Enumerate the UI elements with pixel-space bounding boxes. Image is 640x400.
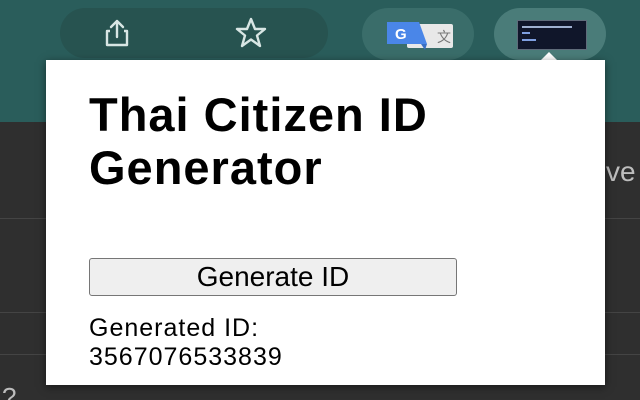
svg-text:G: G [395,26,407,43]
extension-thumbnail-icon [517,20,587,50]
share-icon [105,19,129,47]
background-page-text: ? [2,382,17,400]
generated-id-result: Generated ID: 3567076533839 [89,314,589,372]
google-translate-icon: 文 G [387,22,453,50]
background-page-text: ve [606,156,636,187]
generated-id-label: Generated ID: [89,314,260,342]
bookmark-button[interactable] [228,10,274,56]
share-button[interactable] [94,10,140,56]
extension-popup: Thai Citizen ID Generator Generate ID Ge… [46,60,605,385]
generate-id-button[interactable]: Generate ID [89,258,457,296]
generated-id-value: 3567076533839 [89,343,283,371]
popup-title: Thai Citizen ID Generator [89,88,428,194]
bookmark-star-icon [235,17,267,48]
svg-text:文: 文 [437,29,451,45]
